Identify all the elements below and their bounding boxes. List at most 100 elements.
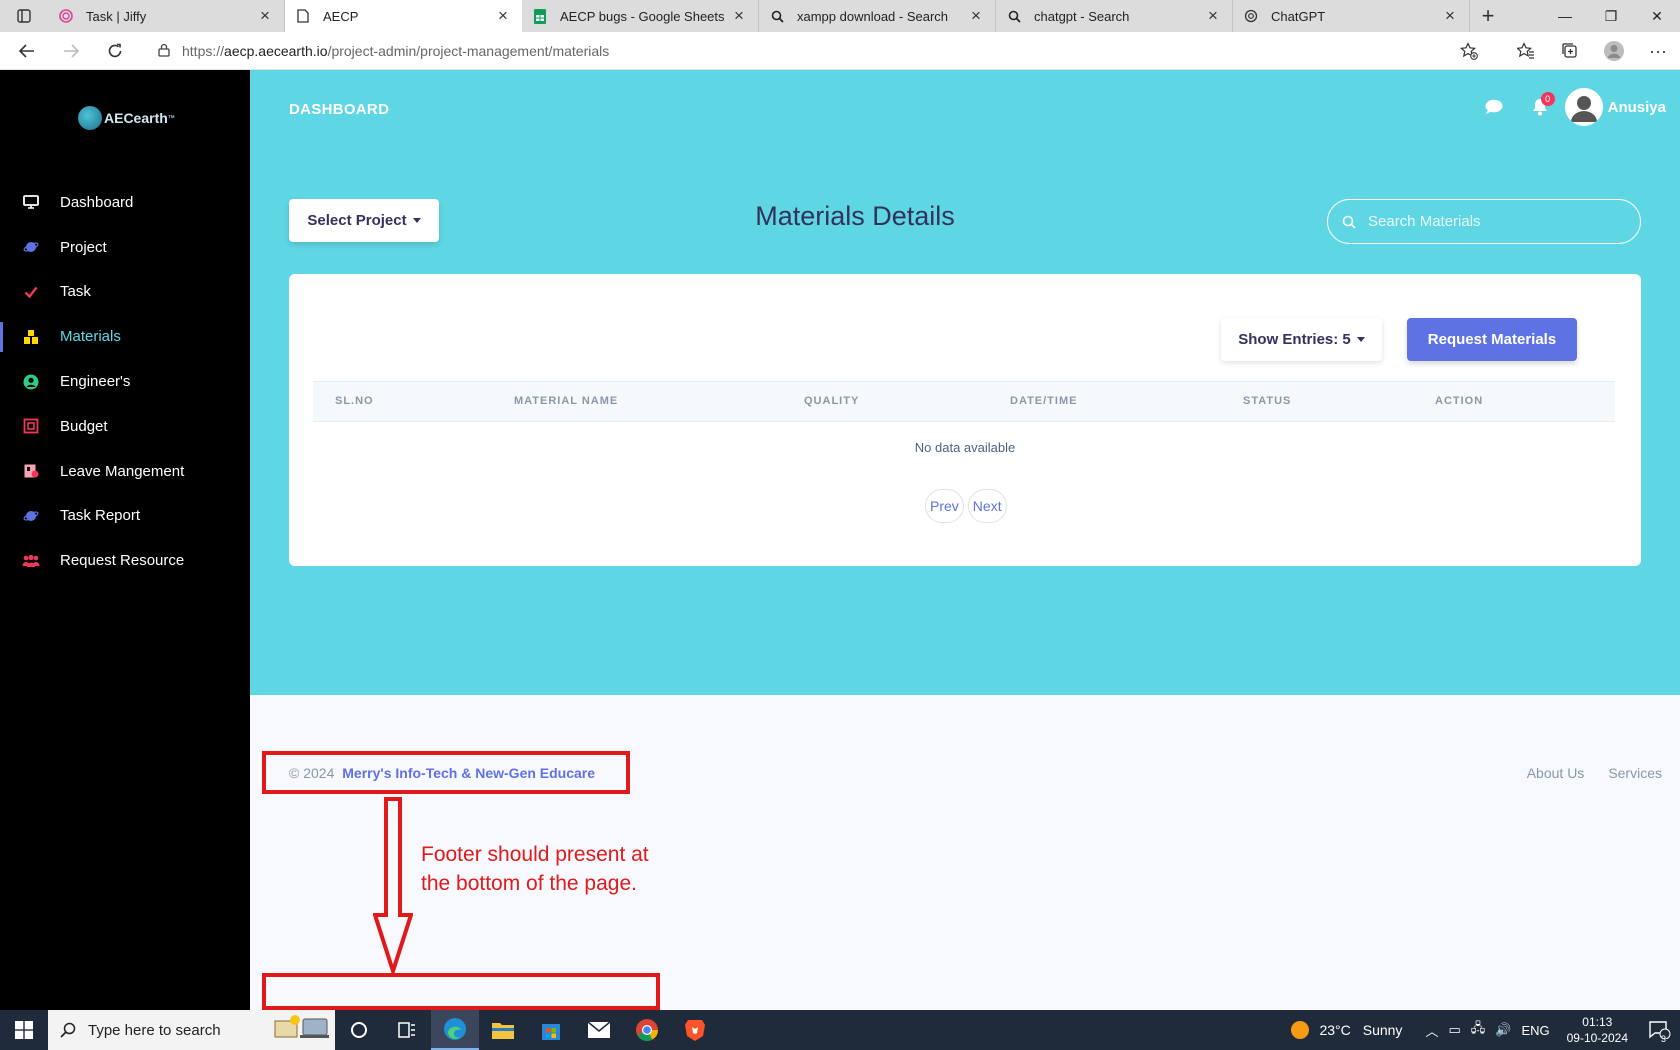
request-materials-button[interactable]: Request Materials bbox=[1407, 318, 1577, 361]
brave-icon bbox=[685, 1020, 705, 1041]
sidebar-item-task[interactable]: Task bbox=[0, 270, 250, 315]
close-window-icon[interactable]: ✕ bbox=[1634, 0, 1680, 32]
sidebar-item-label: Task bbox=[60, 283, 91, 301]
refresh-icon bbox=[108, 43, 122, 57]
user-circle-icon bbox=[22, 373, 40, 391]
sidebar-item-label: Dashboard bbox=[60, 193, 134, 211]
browser-tab[interactable]: AECP bugs - Google Sheets × bbox=[522, 0, 759, 32]
more-options-icon[interactable]: ··· bbox=[1636, 41, 1680, 62]
refresh-button[interactable] bbox=[93, 32, 137, 70]
profile-icon[interactable] bbox=[1592, 40, 1636, 62]
sidebar-item-project[interactable]: Project bbox=[0, 225, 250, 270]
add-favorite-icon[interactable] bbox=[1460, 42, 1478, 63]
minimize-icon[interactable]: — bbox=[1542, 0, 1588, 32]
task-view-button[interactable] bbox=[383, 1010, 431, 1050]
search-input[interactable] bbox=[1368, 213, 1618, 230]
browser-tab[interactable]: ChatGPT × bbox=[1233, 0, 1470, 32]
search-box[interactable] bbox=[1327, 199, 1641, 244]
meet-now-icon[interactable]: ▭ bbox=[1448, 1022, 1460, 1038]
volume-icon[interactable]: 🔊 bbox=[1495, 1022, 1511, 1038]
clock[interactable]: 01:13 09-10-2024 bbox=[1567, 1014, 1628, 1046]
aecearth-logo[interactable]: AECearth ™ bbox=[78, 106, 175, 130]
action-center-button[interactable]: 3 bbox=[1640, 1021, 1680, 1044]
sidebar-menu: Dashboard Project Task Materials Enginee… bbox=[0, 180, 250, 583]
about-us-link[interactable]: About Us bbox=[1527, 765, 1585, 781]
mail-button[interactable] bbox=[575, 1010, 623, 1050]
address-bar: https://aecp.aecearth.io/project-admin/p… bbox=[0, 32, 1680, 70]
windows-icon bbox=[15, 1021, 33, 1039]
sidebar-item-label: Materials bbox=[60, 328, 121, 346]
show-entries-dropdown[interactable]: Show Entries: 5 bbox=[1221, 318, 1382, 361]
collections-icon[interactable] bbox=[1548, 42, 1592, 60]
weather-widget[interactable]: 23°C Sunny bbox=[1291, 1021, 1402, 1039]
sidebar-item-engineers[interactable]: Engineer's bbox=[0, 359, 250, 404]
avatar[interactable] bbox=[1564, 88, 1603, 126]
page-icon bbox=[295, 8, 311, 24]
task-view-icon bbox=[398, 1022, 415, 1038]
taskbar-search-placeholder: Type here to search bbox=[88, 1021, 221, 1039]
tab-title: Task | Jiffy bbox=[86, 8, 147, 24]
sheets-icon bbox=[532, 8, 548, 24]
next-page-button[interactable]: Next bbox=[967, 489, 1007, 523]
browser-tab-active[interactable]: AECP × bbox=[285, 0, 522, 32]
planet-icon bbox=[22, 238, 40, 256]
cortana-button[interactable] bbox=[335, 1010, 383, 1050]
language-indicator[interactable]: ENG bbox=[1521, 1023, 1549, 1038]
network-icon[interactable]: 🖧 bbox=[1471, 1019, 1486, 1041]
search-icon bbox=[769, 8, 785, 24]
notifications-button[interactable]: 0 bbox=[1517, 92, 1563, 116]
column-header-material-name[interactable]: MATERIAL NAME bbox=[514, 395, 618, 407]
sidebar-item-budget[interactable]: Budget bbox=[0, 404, 250, 449]
user-name[interactable]: Anusiya bbox=[1608, 99, 1666, 116]
sidebar-item-dashboard[interactable]: Dashboard bbox=[0, 180, 250, 225]
column-header-slno[interactable]: SL.NO bbox=[335, 395, 374, 407]
new-tab-button[interactable]: + bbox=[1470, 0, 1506, 32]
close-tab-icon[interactable]: × bbox=[730, 6, 748, 26]
start-button[interactable] bbox=[0, 1010, 48, 1050]
restore-icon[interactable]: ❐ bbox=[1588, 0, 1634, 32]
column-header-status[interactable]: STATUS bbox=[1243, 395, 1291, 407]
browser-tab[interactable]: Task | Jiffy × bbox=[48, 0, 285, 32]
edge-taskbar-button[interactable] bbox=[431, 1010, 479, 1050]
sidebar-item-materials[interactable]: Materials bbox=[0, 314, 250, 359]
close-tab-icon[interactable]: × bbox=[494, 6, 512, 26]
close-tab-icon[interactable]: × bbox=[1441, 6, 1459, 26]
dashboard-title[interactable]: DASHBOARD bbox=[289, 101, 389, 118]
sidebar-item-label: Project bbox=[60, 238, 107, 256]
sidebar-item-leave-management[interactable]: Leave Mangement bbox=[0, 449, 250, 494]
tab-title: chatgpt - Search bbox=[1034, 8, 1130, 24]
sidebar-item-task-report[interactable]: Task Report bbox=[0, 494, 250, 539]
back-button[interactable] bbox=[5, 32, 49, 70]
sidebar-item-label: Leave Mangement bbox=[60, 462, 185, 480]
tab-actions-button[interactable] bbox=[0, 0, 48, 32]
brave-button[interactable] bbox=[671, 1010, 719, 1050]
store-icon bbox=[542, 1024, 560, 1040]
column-header-date-time[interactable]: DATE/TIME bbox=[1010, 395, 1077, 407]
url-field[interactable]: https://aecp.aecearth.io/project-admin/p… bbox=[146, 36, 1486, 66]
close-tab-icon[interactable]: × bbox=[967, 6, 985, 26]
browser-tab[interactable]: xampp download - Search × bbox=[759, 0, 996, 32]
chrome-button[interactable] bbox=[623, 1010, 671, 1050]
browser-tab[interactable]: chatgpt - Search × bbox=[996, 0, 1233, 32]
show-hidden-icons[interactable]: ︿ bbox=[1425, 1021, 1438, 1040]
user-avatar-icon bbox=[1564, 88, 1603, 126]
store-button[interactable] bbox=[527, 1010, 575, 1050]
prev-page-button[interactable]: Prev bbox=[925, 489, 964, 523]
favorites-icon[interactable] bbox=[1504, 42, 1548, 60]
taskbar-search[interactable]: Type here to search bbox=[48, 1010, 335, 1050]
column-header-quality[interactable]: QUALITY bbox=[804, 395, 859, 407]
forward-button[interactable] bbox=[49, 32, 93, 70]
cortana-icon bbox=[351, 1022, 367, 1038]
chat-button[interactable] bbox=[1471, 99, 1517, 115]
show-entries-label: Show Entries: 5 bbox=[1238, 331, 1351, 348]
clock-time: 01:13 bbox=[1582, 1015, 1613, 1029]
budget-icon bbox=[22, 417, 40, 435]
browser-tab-strip: Task | Jiffy × AECP × AECP bugs - Google… bbox=[0, 0, 1680, 32]
lock-icon bbox=[158, 43, 170, 60]
sidebar-item-request-resource[interactable]: Request Resource bbox=[0, 538, 250, 583]
close-tab-icon[interactable]: × bbox=[256, 6, 274, 26]
file-explorer-button[interactable] bbox=[479, 1010, 527, 1050]
column-header-action[interactable]: ACTION bbox=[1435, 395, 1483, 407]
close-tab-icon[interactable]: × bbox=[1204, 6, 1222, 26]
services-link[interactable]: Services bbox=[1608, 765, 1662, 781]
